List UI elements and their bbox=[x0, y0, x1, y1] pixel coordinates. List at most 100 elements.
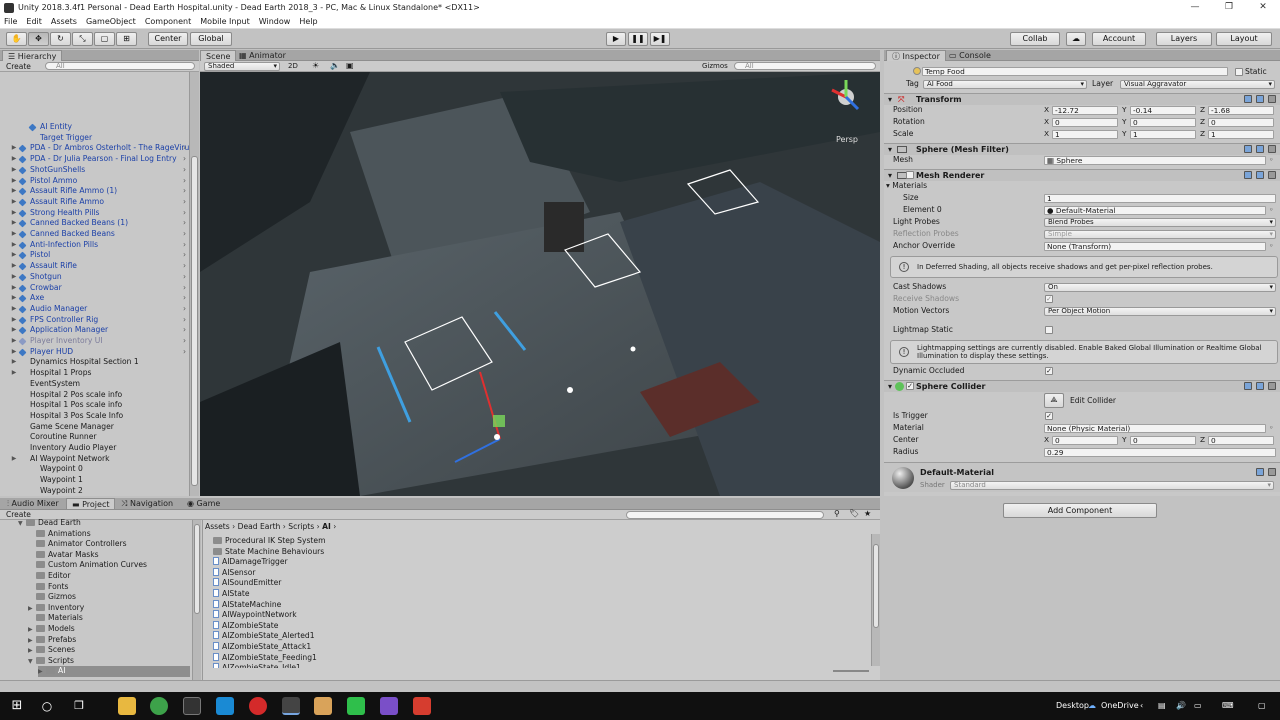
volume-icon[interactable]: 🔊 bbox=[1176, 701, 1186, 710]
folder-tree-scroll-thumb[interactable] bbox=[194, 524, 200, 614]
move-tool-icon[interactable]: ✥ bbox=[28, 32, 49, 46]
center-x-field[interactable]: 0 bbox=[1052, 436, 1118, 445]
open-prefab-arrow-icon[interactable]: › bbox=[183, 283, 186, 293]
asset-item[interactable]: AIZombieState_Idle1 bbox=[213, 663, 301, 668]
asset-item[interactable]: AIDamageTrigger bbox=[213, 557, 288, 568]
sphere-collider-header[interactable]: ▾ ✓ Sphere Collider bbox=[884, 380, 1280, 392]
hierarchy-item[interactable]: EventSystem bbox=[0, 379, 190, 390]
expand-arrow-icon[interactable]: ▶ bbox=[10, 197, 18, 207]
open-prefab-arrow-icon[interactable]: › bbox=[183, 208, 186, 218]
maximize-icon[interactable]: ❐ bbox=[1212, 0, 1246, 15]
help-icon[interactable] bbox=[1244, 382, 1252, 390]
menu-gameobject[interactable]: GameObject bbox=[86, 17, 136, 26]
expand-arrow-icon[interactable]: ▶ bbox=[10, 347, 18, 357]
keyboard-icon[interactable]: ⌨ bbox=[1222, 701, 1234, 710]
hierarchy-item[interactable]: ▶ Canned Backed Beans (1) › bbox=[0, 218, 190, 229]
shading-mode-dropdown[interactable]: Shaded bbox=[204, 62, 280, 71]
breadcrumb-item[interactable]: AI bbox=[322, 522, 331, 531]
materials-foldout[interactable]: ▾ Materials bbox=[886, 181, 927, 191]
open-prefab-arrow-icon[interactable]: › bbox=[183, 315, 186, 325]
tab-audio-mixer[interactable]: ⫶ Audio Mixer bbox=[2, 498, 64, 509]
project-search-input[interactable] bbox=[626, 511, 824, 519]
dynamic-occluded-checkbox[interactable]: ✓ bbox=[1045, 367, 1053, 375]
account-dropdown[interactable]: Account bbox=[1092, 32, 1146, 46]
rotate-tool-icon[interactable]: ↻ bbox=[50, 32, 71, 46]
tab-console[interactable]: ▭ Console bbox=[944, 50, 996, 61]
hierarchy-item[interactable]: ▶ Strong Health Pills › bbox=[0, 208, 190, 219]
rotation-x-field[interactable]: 0 bbox=[1052, 118, 1118, 127]
hierarchy-item[interactable]: ▶ AI Waypoint Network bbox=[0, 454, 190, 465]
app-orange-icon[interactable] bbox=[314, 697, 332, 715]
sphere-collider-enabled-checkbox[interactable]: ✓ bbox=[906, 382, 914, 390]
persp-label[interactable]: Persp bbox=[836, 135, 858, 144]
hierarchy-item[interactable]: ▶ Assault Rifle › bbox=[0, 261, 190, 272]
expand-arrow-icon[interactable]: ▶ bbox=[10, 165, 18, 175]
hierarchy-item[interactable]: Coroutine Runner bbox=[0, 432, 190, 443]
position-x-field[interactable]: -12.72 bbox=[1052, 106, 1118, 115]
hierarchy-item[interactable]: ▶ Audio Manager › bbox=[0, 304, 190, 315]
help-icon[interactable] bbox=[1244, 95, 1252, 103]
chrome-icon[interactable] bbox=[150, 697, 168, 715]
hierarchy-item[interactable]: ▶ Dynamics Hospital Section 1 bbox=[0, 357, 190, 368]
hierarchy-item[interactable]: ▶ Hospital 1 Props bbox=[0, 368, 190, 379]
expand-arrow-icon[interactable]: ▶ bbox=[10, 283, 18, 293]
hierarchy-item[interactable]: ▶ Assault Rifle Ammo (1) › bbox=[0, 186, 190, 197]
hierarchy-item[interactable]: Inventory Audio Player bbox=[0, 443, 190, 454]
scale-tool-icon[interactable]: ⤡ bbox=[72, 32, 93, 46]
favorite-icon[interactable]: ★ bbox=[864, 509, 871, 518]
transform-header[interactable]: ▾ ⤧ Transform bbox=[884, 93, 1280, 105]
hierarchy-item[interactable]: ▶ PDA - Dr Julia Pearson - Final Log Entr… bbox=[0, 154, 190, 165]
expand-arrow-icon[interactable]: ▼ bbox=[28, 657, 36, 667]
recorder-icon[interactable] bbox=[413, 697, 431, 715]
folder-tree-item[interactable]: ▶ AI bbox=[38, 666, 190, 677]
open-prefab-arrow-icon[interactable]: › bbox=[183, 240, 186, 250]
open-prefab-arrow-icon[interactable]: › bbox=[183, 272, 186, 282]
expand-arrow-icon[interactable]: ▶ bbox=[28, 604, 36, 614]
help-icon[interactable] bbox=[1244, 145, 1252, 153]
hierarchy-item[interactable]: AI Entity bbox=[0, 122, 190, 133]
asset-item[interactable]: AIState bbox=[213, 589, 250, 600]
breadcrumb-item[interactable]: Dead Earth bbox=[238, 522, 281, 531]
rotation-y-field[interactable]: 0 bbox=[1130, 118, 1196, 127]
gizmo-plane-handle[interactable] bbox=[493, 415, 505, 427]
rect-tool-icon[interactable]: ▢ bbox=[94, 32, 115, 46]
hierarchy-scrollbar[interactable] bbox=[189, 72, 199, 496]
preset-icon[interactable] bbox=[1256, 95, 1264, 103]
object-name-field[interactable]: Temp Food bbox=[922, 67, 1228, 76]
expand-arrow-icon[interactable]: ▶ bbox=[10, 154, 18, 164]
hierarchy-create-button[interactable]: Create bbox=[6, 62, 31, 71]
element0-picker-icon[interactable]: ◦ bbox=[1269, 205, 1273, 215]
effects-icon[interactable]: ▣ bbox=[346, 61, 354, 70]
mesh-filter-foldout-arrow[interactable]: ▾ bbox=[888, 144, 892, 155]
gear-icon[interactable] bbox=[1268, 171, 1276, 179]
pause-button[interactable]: ❚❚ bbox=[628, 32, 648, 46]
asset-item[interactable]: AIZombieState_Attack1 bbox=[213, 642, 311, 653]
close-icon[interactable]: ✕ bbox=[1246, 0, 1280, 15]
asset-item[interactable]: AISensor bbox=[213, 567, 255, 579]
gear-icon[interactable] bbox=[1268, 95, 1276, 103]
mesh-renderer-foldout-arrow[interactable]: ▾ bbox=[888, 170, 892, 181]
notifications-icon[interactable]: ▢ bbox=[1258, 701, 1266, 710]
expand-arrow-icon[interactable]: ▼ bbox=[18, 519, 26, 529]
network-icon[interactable]: ▤ bbox=[1158, 701, 1166, 710]
expand-arrow-icon[interactable]: ▶ bbox=[38, 667, 46, 677]
hierarchy-item[interactable]: ▶ Player HUD › bbox=[0, 347, 190, 358]
open-prefab-arrow-icon[interactable]: › bbox=[183, 347, 186, 357]
asset-item[interactable]: AISoundEmitter bbox=[213, 578, 281, 589]
tray-chevron-icon[interactable]: ‹ bbox=[1140, 701, 1143, 710]
edit-collider-button[interactable]: ⟁ bbox=[1044, 393, 1064, 408]
minimize-icon[interactable]: — bbox=[1178, 0, 1212, 15]
hierarchy-item[interactable]: ▶ Player Inventory UI › bbox=[0, 336, 190, 347]
unity-editor-icon[interactable] bbox=[282, 697, 300, 715]
mesh-field[interactable]: ▦ Sphere bbox=[1044, 156, 1266, 165]
breadcrumb-item[interactable]: Assets bbox=[205, 522, 230, 531]
help-icon[interactable] bbox=[1256, 468, 1264, 476]
tab-navigation[interactable]: ⤨ Navigation bbox=[116, 498, 178, 509]
open-prefab-arrow-icon[interactable]: › bbox=[183, 261, 186, 271]
layers-dropdown[interactable]: Layers bbox=[1156, 32, 1212, 46]
asset-item[interactable]: AIStateMachine bbox=[213, 599, 281, 611]
position-y-field[interactable]: -0.14 bbox=[1130, 106, 1196, 115]
lightmap-static-checkbox[interactable] bbox=[1045, 326, 1053, 334]
scene-search-input[interactable]: All bbox=[734, 62, 876, 70]
hierarchy-item[interactable]: Waypoint 1 bbox=[0, 475, 190, 486]
